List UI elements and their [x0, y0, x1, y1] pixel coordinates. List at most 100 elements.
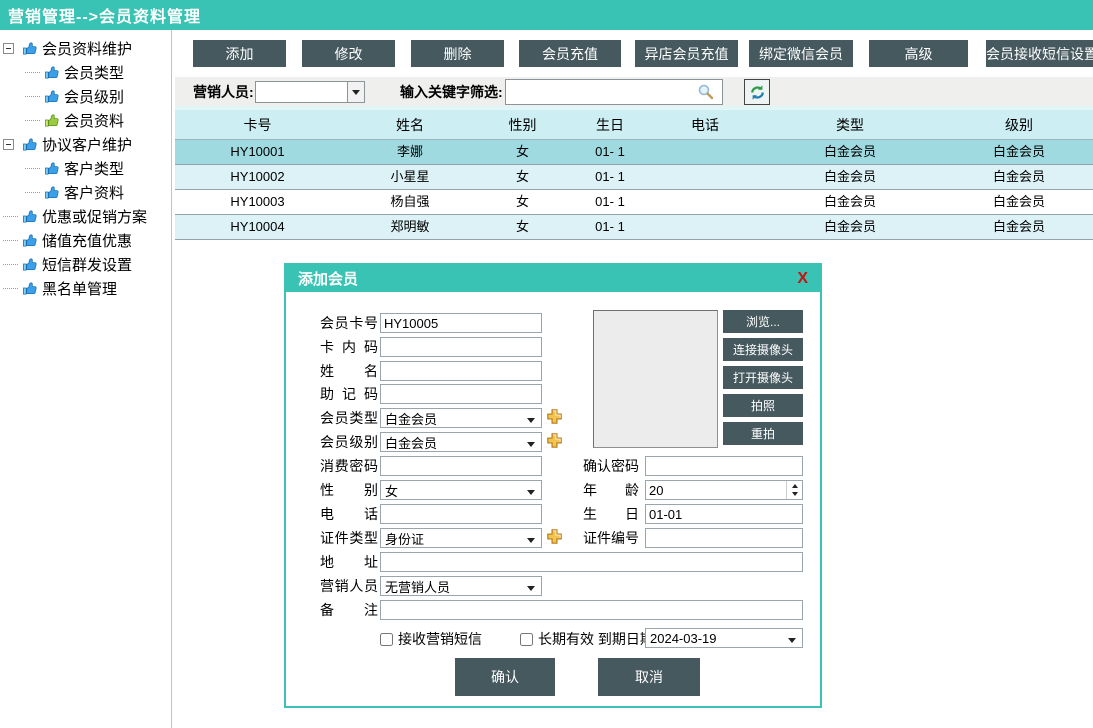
col-header-type: 类型 [755, 110, 945, 140]
collapse-icon[interactable] [3, 139, 14, 150]
sidebar-item-label: 黑名单管理 [42, 278, 117, 299]
col-header-birthday: 生日 [565, 110, 655, 140]
open-camera-button[interactable]: 打开摄像头 [723, 366, 803, 389]
receive-sms-label: 接收营销短信 [398, 629, 482, 649]
remark-input[interactable] [380, 600, 803, 620]
collapse-icon[interactable] [3, 43, 14, 54]
tree-connector [3, 240, 18, 241]
confirm-password-label: 确认密码 [583, 456, 639, 476]
cell-card-no: HY10003 [175, 190, 340, 215]
cell-level: 白金会员 [945, 140, 1093, 165]
confirm-password-input[interactable] [645, 456, 803, 476]
keyword-filter-label: 输入关键字筛选: [400, 77, 503, 107]
birthday-input[interactable] [645, 504, 803, 524]
connect-camera-button[interactable]: 连接摄像头 [723, 338, 803, 361]
id-type-select[interactable]: 身份证 [380, 528, 542, 548]
cell-birthday: 01- 1 [565, 165, 655, 190]
sidebar-item-label: 短信群发设置 [42, 254, 132, 275]
age-input[interactable] [646, 481, 786, 499]
cell-type: 白金会员 [755, 140, 945, 165]
retake-photo-button[interactable]: 重拍 [723, 422, 803, 445]
name-input[interactable] [380, 361, 542, 381]
id-number-input[interactable] [645, 528, 803, 548]
address-input[interactable] [380, 552, 803, 572]
mnemonic-input[interactable] [380, 384, 542, 404]
sidebar-item-sms-broadcast-settings[interactable]: 短信群发设置 [0, 252, 171, 276]
sidebar-item-customer-data[interactable]: 客户资料 [0, 180, 171, 204]
step-down-icon[interactable] [787, 490, 802, 499]
sidebar-item-member-data-maintain[interactable]: 会员资料维护 [0, 36, 171, 60]
keyword-filter-input[interactable] [505, 79, 723, 105]
member-type-select[interactable]: 白金会员 [380, 408, 542, 428]
cell-level: 白金会员 [945, 165, 1093, 190]
add-member-type-icon[interactable] [546, 408, 563, 425]
add-member-level-icon[interactable] [546, 432, 563, 449]
search-icon[interactable] [697, 83, 715, 101]
chevron-down-icon[interactable] [347, 82, 364, 102]
cell-gender: 女 [480, 190, 565, 215]
phone-label: 电话 [320, 504, 378, 524]
cell-phone [655, 190, 755, 215]
cell-card-no: HY10001 [175, 140, 340, 165]
cell-gender: 女 [480, 215, 565, 240]
sidebar-item-member-type[interactable]: 会员类型 [0, 60, 171, 84]
sidebar-item-label: 协议客户维护 [42, 134, 132, 155]
sidebar-item-stored-value-discount[interactable]: 储值充值优惠 [0, 228, 171, 252]
sidebar-item-label: 客户资料 [64, 182, 124, 203]
confirm-button[interactable]: 确认 [455, 658, 555, 696]
long-term-checkbox[interactable] [520, 633, 533, 646]
card-no-input[interactable] [380, 313, 542, 333]
cell-type: 白金会员 [755, 165, 945, 190]
app-window: 营销管理-->会员资料管理 会员资料维护 会员类型 会员级别 会员资料 协议客户… [0, 0, 1093, 728]
add-button[interactable]: 添加 [193, 40, 286, 67]
phone-input[interactable] [380, 504, 542, 524]
step-up-icon[interactable] [787, 481, 802, 490]
age-stepper[interactable] [645, 480, 803, 500]
gender-select[interactable]: 女 [380, 480, 542, 500]
card-no-label: 会员卡号 [320, 313, 378, 333]
member-level-label: 会员级别 [320, 432, 378, 452]
name-label: 姓名 [320, 361, 378, 381]
cell-name: 李娜 [340, 140, 480, 165]
refresh-button[interactable] [744, 79, 770, 105]
member-recharge-button[interactable]: 会员充值 [519, 40, 621, 67]
inner-code-input[interactable] [380, 337, 542, 357]
chevron-down-icon [527, 418, 535, 427]
member-sms-settings-button[interactable]: 会员接收短信设置 [986, 40, 1093, 67]
bind-wechat-member-button[interactable]: 绑定微信会员 [749, 40, 853, 67]
tree-connector [25, 120, 40, 121]
sidebar-item-member-level[interactable]: 会员级别 [0, 84, 171, 108]
age-label: 年龄 [583, 480, 639, 500]
advanced-button[interactable]: 高级 [869, 40, 968, 67]
sidebar-item-blacklist-management[interactable]: 黑名单管理 [0, 276, 171, 300]
browse-photo-button[interactable]: 浏览... [723, 310, 803, 333]
cell-level: 白金会员 [945, 215, 1093, 240]
sales-person-select[interactable]: 无营销人员 [380, 576, 542, 596]
sales-person-filter-select[interactable] [255, 81, 365, 103]
pay-password-input[interactable] [380, 456, 542, 476]
member-level-select[interactable]: 白金会员 [380, 432, 542, 452]
cell-gender: 女 [480, 140, 565, 165]
thumb-icon-active [44, 113, 59, 128]
sidebar-item-member-data-active[interactable]: 会员资料 [0, 108, 171, 132]
cell-phone [655, 140, 755, 165]
tree-connector [25, 168, 40, 169]
cancel-button[interactable]: 取消 [598, 658, 700, 696]
cell-phone [655, 215, 755, 240]
other-store-recharge-button[interactable]: 异店会员充值 [635, 40, 738, 67]
tree-connector [3, 264, 18, 265]
close-icon[interactable]: X [797, 270, 808, 288]
modify-button[interactable]: 修改 [302, 40, 395, 67]
receive-sms-checkbox[interactable] [380, 633, 393, 646]
take-photo-button[interactable]: 拍照 [723, 394, 803, 417]
sidebar-item-promotion-plan[interactable]: 优惠或促销方案 [0, 204, 171, 228]
thumb-icon [22, 137, 37, 152]
expiry-date-select[interactable]: 2024-03-19 [645, 628, 803, 648]
sidebar-item-customer-type[interactable]: 客户类型 [0, 156, 171, 180]
cell-birthday: 01- 1 [565, 215, 655, 240]
remark-label: 备注 [320, 600, 378, 620]
add-id-type-icon[interactable] [546, 528, 563, 545]
sidebar-item-agreement-customer-maintain[interactable]: 协议客户维护 [0, 132, 171, 156]
sidebar-item-label: 会员资料维护 [42, 38, 132, 59]
delete-button[interactable]: 删除 [411, 40, 504, 67]
